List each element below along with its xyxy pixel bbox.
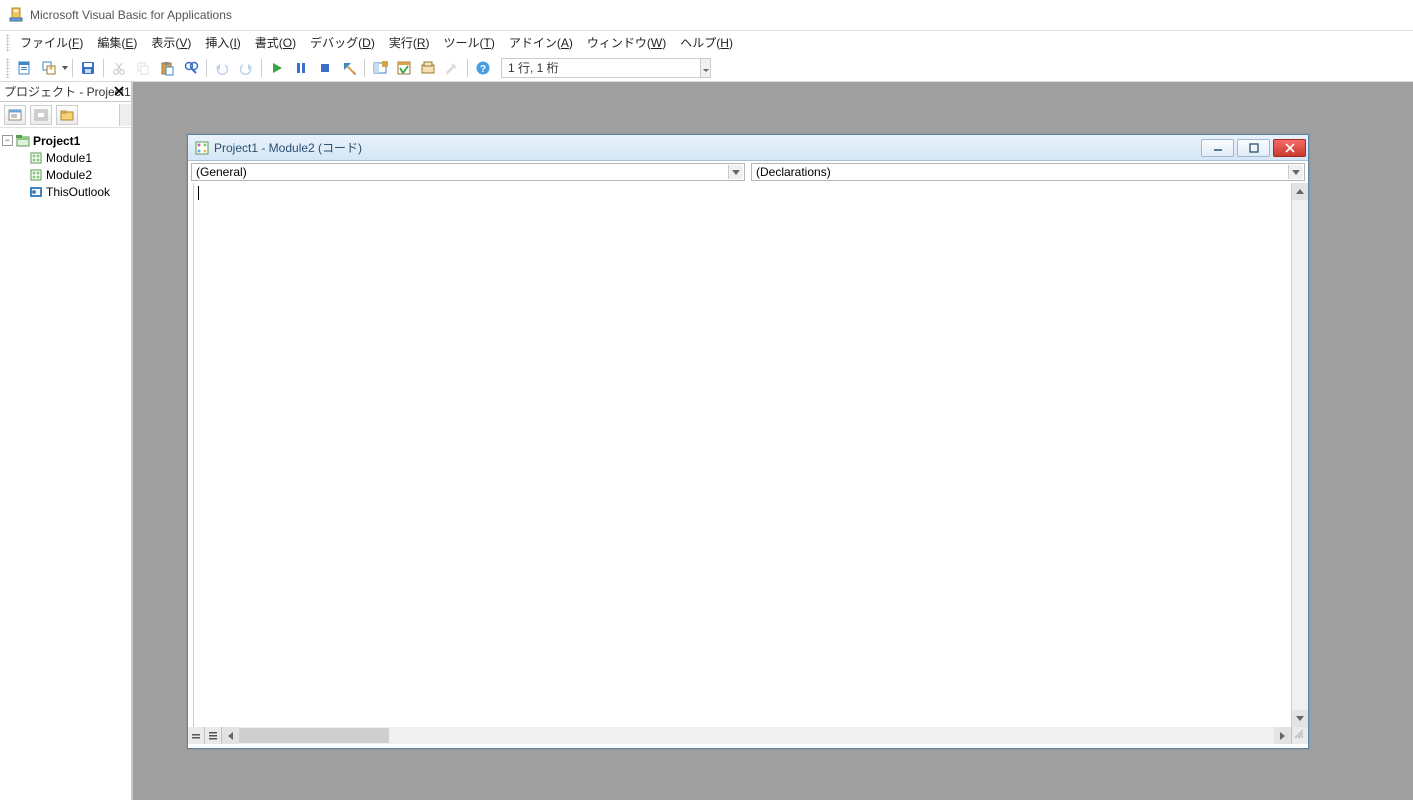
run-button[interactable] <box>266 57 288 79</box>
object-selector[interactable]: (General) <box>191 163 745 181</box>
reset-button[interactable] <box>314 57 336 79</box>
thisoutlook-label: ThisOutlook <box>46 185 110 199</box>
view-code-button[interactable] <box>4 105 26 125</box>
paste-button[interactable] <box>156 57 178 79</box>
menu-view[interactable]: 表示(V) <box>144 31 198 54</box>
module-label: Module1 <box>46 151 92 165</box>
mdi-area: Project1 - Module2 (コード) (General) (Decl… <box>133 82 1413 800</box>
menu-addins[interactable]: アドイン(A) <box>502 31 580 54</box>
chevron-down-icon <box>728 165 743 179</box>
project-icon <box>15 133 31 149</box>
menu-help[interactable]: ヘルプ(H) <box>673 31 740 54</box>
toolbar: ? 1 行, 1 桁 <box>0 54 1413 82</box>
collapse-icon[interactable]: − <box>2 135 13 146</box>
app-icon <box>8 7 24 23</box>
close-button[interactable] <box>1273 139 1306 157</box>
full-module-view-button[interactable] <box>205 727 222 744</box>
insert-button[interactable] <box>38 57 60 79</box>
project-tree-module1[interactable]: Module1 <box>28 149 129 166</box>
view-app-button[interactable] <box>14 57 36 79</box>
scroll-right[interactable] <box>1274 727 1291 744</box>
menu-grip[interactable] <box>6 34 10 52</box>
project-explorer-toolbar-overflow[interactable] <box>119 104 131 126</box>
toggle-folders-button[interactable] <box>56 105 78 125</box>
position-dropdown[interactable] <box>701 58 711 78</box>
module-icon <box>28 167 44 183</box>
resize-grip[interactable] <box>1291 727 1308 744</box>
code-editor[interactable] <box>188 183 1291 727</box>
minimize-button[interactable] <box>1201 139 1234 157</box>
code-window-icon <box>194 140 210 156</box>
app-title-bar: Microsoft Visual Basic for Applications <box>0 0 1413 30</box>
maximize-button[interactable] <box>1237 139 1270 157</box>
project-explorer-button[interactable] <box>369 57 391 79</box>
menu-format[interactable]: 書式(O) <box>248 31 303 54</box>
menu-run[interactable]: 実行(R) <box>382 31 437 54</box>
project-tree: − Project1 Module1 Module2 ThisOutlook <box>0 128 131 204</box>
procedure-selector[interactable]: (Declarations) <box>751 163 1305 181</box>
break-button[interactable] <box>290 57 312 79</box>
module-icon <box>28 150 44 166</box>
cursor-position: 1 行, 1 桁 <box>501 58 701 78</box>
code-window: Project1 - Module2 (コード) (General) (Decl… <box>187 134 1309 749</box>
toolbox-button[interactable] <box>441 57 463 79</box>
properties-button[interactable] <box>393 57 415 79</box>
outlook-icon <box>28 184 44 200</box>
svg-text:?: ? <box>480 64 486 75</box>
scroll-up[interactable] <box>1292 183 1308 200</box>
view-object-button[interactable] <box>30 105 52 125</box>
chevron-down-icon <box>1288 165 1303 179</box>
object-browser-button[interactable] <box>417 57 439 79</box>
project-tree-module2[interactable]: Module2 <box>28 166 129 183</box>
menu-tools[interactable]: ツール(T) <box>437 31 502 54</box>
procedure-selector-value: (Declarations) <box>756 165 831 179</box>
undo-button[interactable] <box>211 57 233 79</box>
module-label: Module2 <box>46 168 92 182</box>
code-window-title-bar[interactable]: Project1 - Module2 (コード) <box>188 135 1308 161</box>
save-button[interactable] <box>77 57 99 79</box>
scroll-left[interactable] <box>222 727 239 744</box>
toolbar-grip[interactable] <box>6 58 10 78</box>
project-explorer-title-bar[interactable]: プロジェクト - Project1 <box>0 82 131 102</box>
menu-window[interactable]: ウィンドウ(W) <box>580 31 673 54</box>
object-selector-value: (General) <box>196 165 247 179</box>
menu-debug[interactable]: デバッグ(D) <box>303 31 382 54</box>
design-mode-button[interactable] <box>338 57 360 79</box>
text-caret <box>198 186 199 200</box>
app-title: Microsoft Visual Basic for Applications <box>30 8 232 22</box>
project-tree-root[interactable]: − Project1 <box>2 132 129 149</box>
scroll-down[interactable] <box>1292 710 1308 727</box>
project-root-label: Project1 <box>33 134 80 148</box>
menu-edit[interactable]: 編集(E) <box>90 31 144 54</box>
project-explorer: プロジェクト - Project1 − Project1 Module1 <box>0 82 133 800</box>
code-margin <box>188 183 194 727</box>
procedure-view-button[interactable] <box>188 727 205 744</box>
menu-file[interactable]: ファイル(F) <box>13 31 90 54</box>
insert-dropdown[interactable] <box>61 66 69 70</box>
project-explorer-toolbar <box>0 102 131 128</box>
horizontal-scrollbar[interactable] <box>222 727 1291 744</box>
menu-insert[interactable]: 挿入(I) <box>198 31 247 54</box>
project-explorer-close[interactable] <box>111 83 127 99</box>
copy-button[interactable] <box>132 57 154 79</box>
menu-bar: ファイル(F) 編集(E) 表示(V) 挿入(I) 書式(O) デバッグ(D) … <box>0 30 1413 54</box>
redo-button[interactable] <box>235 57 257 79</box>
help-button[interactable]: ? <box>472 57 494 79</box>
project-tree-thisoutlook[interactable]: ThisOutlook <box>28 183 129 200</box>
cut-button[interactable] <box>108 57 130 79</box>
vertical-scrollbar[interactable] <box>1291 183 1308 727</box>
scrollbar-thumb[interactable] <box>239 728 389 743</box>
find-button[interactable] <box>180 57 202 79</box>
code-window-title: Project1 - Module2 (コード) <box>214 139 1201 156</box>
